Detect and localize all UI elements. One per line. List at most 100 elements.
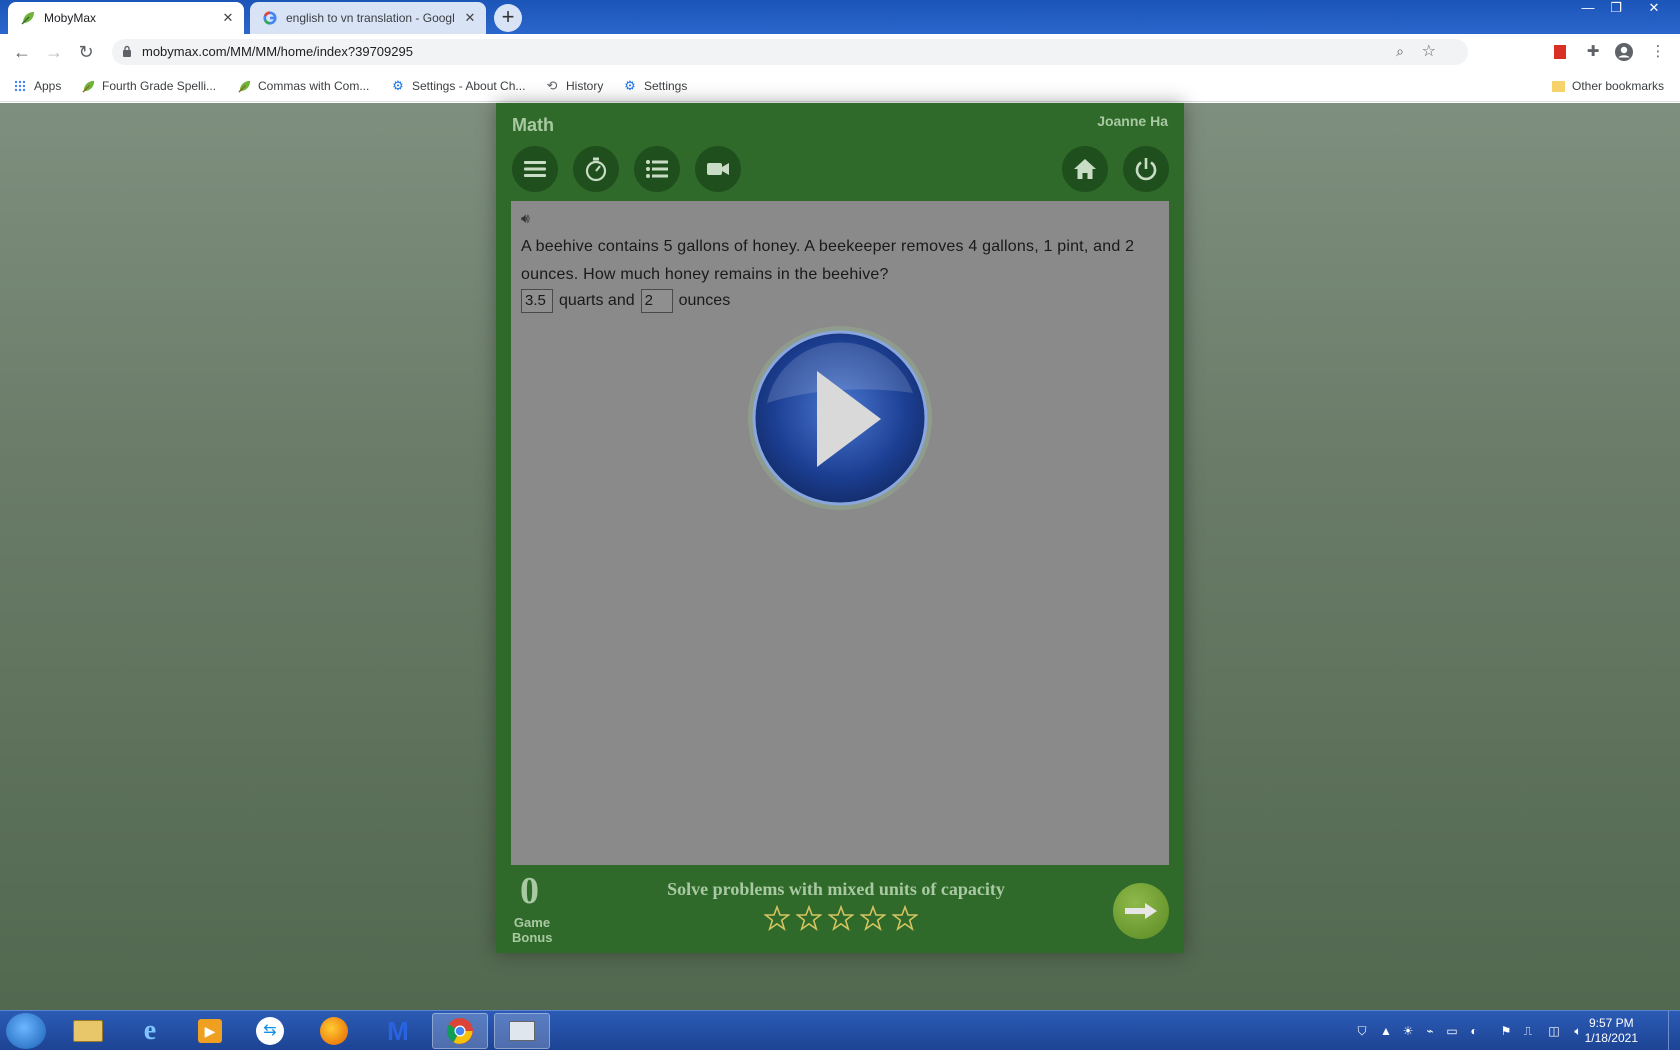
next-button[interactable] (1113, 883, 1169, 939)
tray-display-icon[interactable]: ▭ (1444, 1023, 1460, 1039)
gear-icon: ⚙ (392, 78, 404, 93)
list-icon (646, 160, 668, 178)
moby-leaf-icon (80, 78, 96, 94)
page-background: Math Joanne Ha 🔊︎ A beehive contains 5 g… (0, 103, 1680, 1010)
logout-button[interactable] (1123, 146, 1169, 192)
tab-title: MobyMax (44, 11, 97, 25)
question-text: A beehive contains 5 gallons of honey. A… (521, 238, 1135, 283)
browser-tab-strip: MobyMax ✕ english to vn translation - Go… (0, 0, 1680, 34)
forward-arrow-icon[interactable]: → (42, 40, 66, 64)
mobymax-leaf-icon (20, 10, 36, 26)
zoom-icon[interactable]: ⌕ (1396, 43, 1404, 60)
tab-title: english to vn translation - Googl (286, 11, 455, 25)
game-bonus-label: Game Bonus (512, 915, 553, 945)
lock-icon (123, 45, 131, 57)
internet-explorer-icon[interactable]: e (122, 1013, 178, 1049)
quarts-input[interactable]: 3.5 (521, 289, 553, 313)
start-button[interactable] (6, 1013, 46, 1049)
bookmark-star-icon[interactable]: ☆ (1422, 41, 1436, 61)
arrow-right-icon (1125, 903, 1157, 919)
bookmark-label: Other bookmarks (1572, 79, 1665, 93)
game-bonus-count: 0 (520, 870, 539, 912)
play-video-button[interactable] (745, 323, 935, 513)
volume-icon[interactable]: 🔈︎ (1570, 1023, 1586, 1039)
tray-usb-icon[interactable]: ⎍ (1520, 1023, 1536, 1039)
hamburger-icon (524, 161, 546, 177)
chrome-icon[interactable] (432, 1013, 488, 1049)
close-tab-icon[interactable]: ✕ (460, 10, 480, 26)
snipping-tool-icon[interactable] (494, 1013, 550, 1049)
other-bookmarks-folder[interactable]: Other bookmarks (1550, 77, 1664, 95)
bookmark-settings[interactable]: ⚙ Settings (622, 77, 687, 95)
moby-leaf-icon (236, 78, 252, 94)
teamviewer-icon[interactable]: ⇆ (242, 1013, 298, 1049)
question-area: 🔊︎ A beehive contains 5 gallons of honey… (511, 201, 1169, 865)
video-camera-icon (707, 163, 729, 175)
home-icon (1074, 159, 1096, 179)
star-empty-icon (764, 905, 790, 931)
action-center-flag-icon[interactable]: ⚑ (1498, 1023, 1514, 1039)
menu-kebab-icon[interactable]: ⋮ (1648, 42, 1668, 62)
profile-icon[interactable] (1614, 42, 1634, 62)
address-bar[interactable]: mobymax.com/MM/MM/home/index?39709295 ⌕ … (112, 39, 1468, 65)
reload-icon[interactable]: ↻ (74, 40, 98, 64)
close-window-icon[interactable]: ✕ (1640, 0, 1668, 18)
file-explorer-icon[interactable] (60, 1013, 116, 1049)
subject-title: Math (512, 115, 554, 135)
system-clock[interactable]: 9:57 PM 1/18/2021 (1585, 1016, 1638, 1046)
ounces-input[interactable]: 2 (640, 289, 673, 313)
stopwatch-icon (585, 157, 607, 182)
new-tab-button[interactable]: + (494, 4, 522, 32)
apps-grid-icon (12, 78, 28, 94)
answer-unit-label: ounces (678, 292, 731, 309)
timer-button[interactable] (573, 146, 619, 192)
media-player-icon[interactable]: ▶ (182, 1013, 238, 1049)
answer-row: 3.5 quarts and 2 ounces (521, 289, 730, 313)
windows-taskbar: e ▶ ⇆ M ⛉ ▲ ☀ ⌁ ▭ ◐ ⚑ ⎍ ◫ 🔈︎ 9:57 PM 1/1… (0, 1010, 1680, 1050)
bookmarks-bar: Apps Fourth Grade Spelli... Commas with … (0, 70, 1680, 102)
minimize-icon[interactable]: — (1574, 0, 1602, 18)
puzzle-extensions-icon[interactable]: ✚ (1583, 42, 1603, 62)
extension-red-icon[interactable] (1550, 42, 1570, 62)
video-button[interactable] (695, 146, 741, 192)
bookmark-fourth-grade-spelling[interactable]: Fourth Grade Spelli... (80, 77, 216, 95)
tray-network-icon[interactable]: ⌁ (1422, 1023, 1438, 1039)
mobymax-lesson-panel: Math Joanne Ha 🔊︎ A beehive contains 5 g… (496, 103, 1184, 953)
bookmark-apps[interactable]: Apps (12, 77, 61, 95)
list-button[interactable] (634, 146, 680, 192)
browser-toolbar: ← → ↻ mobymax.com/MM/MM/home/index?39709… (0, 34, 1680, 70)
star-empty-icon (828, 905, 854, 931)
bookmark-label: History (566, 79, 604, 93)
bookmark-label: Settings - About Ch... (412, 79, 526, 93)
tray-shield-icon[interactable]: ⛉ (1354, 1023, 1370, 1039)
user-name: Joanne Ha (1097, 113, 1168, 129)
home-button[interactable] (1062, 146, 1108, 192)
menu-button[interactable] (512, 146, 558, 192)
bookmark-commas[interactable]: Commas with Com... (236, 77, 369, 95)
lesson-footer: 0 Game Bonus Solve problems with mixed u… (496, 865, 1184, 953)
tab-google-translate[interactable]: english to vn translation - Googl ✕ (250, 2, 486, 34)
speaker-icon[interactable]: 🔊︎ (521, 210, 530, 227)
tab-mobymax[interactable]: MobyMax ✕ (8, 2, 244, 34)
clock-time: 9:57 PM (1588, 1016, 1634, 1030)
tray-sun-icon[interactable]: ☀ (1400, 1023, 1416, 1039)
star-empty-icon (860, 905, 886, 931)
power-icon (1135, 158, 1157, 181)
bookmark-history[interactable]: ⟲ History (544, 77, 604, 95)
bookmark-label: Settings (644, 79, 688, 93)
close-tab-icon[interactable]: ✕ (218, 10, 238, 26)
tray-app-icon[interactable]: ▲ (1378, 1023, 1394, 1039)
star-empty-icon (796, 905, 822, 931)
bookmark-label: Fourth Grade Spelli... (102, 79, 217, 93)
show-desktop-button[interactable] (1668, 1011, 1680, 1050)
gear-icon: ⚙ (624, 78, 636, 93)
restore-icon[interactable]: ❐ (1602, 0, 1630, 18)
skill-title: Solve problems with mixed units of capac… (667, 879, 1005, 899)
tray-wifi-icon[interactable]: ◫ (1546, 1023, 1562, 1039)
bookmark-settings-about[interactable]: ⚙ Settings - About Ch... (390, 77, 525, 95)
firefox-icon[interactable] (306, 1013, 362, 1049)
malwarebytes-icon[interactable]: M (370, 1013, 426, 1049)
history-icon: ⟲ (546, 78, 558, 93)
back-arrow-icon[interactable]: ← (10, 40, 34, 64)
tray-malwarebytes-icon[interactable]: ◐ (1466, 1023, 1482, 1039)
